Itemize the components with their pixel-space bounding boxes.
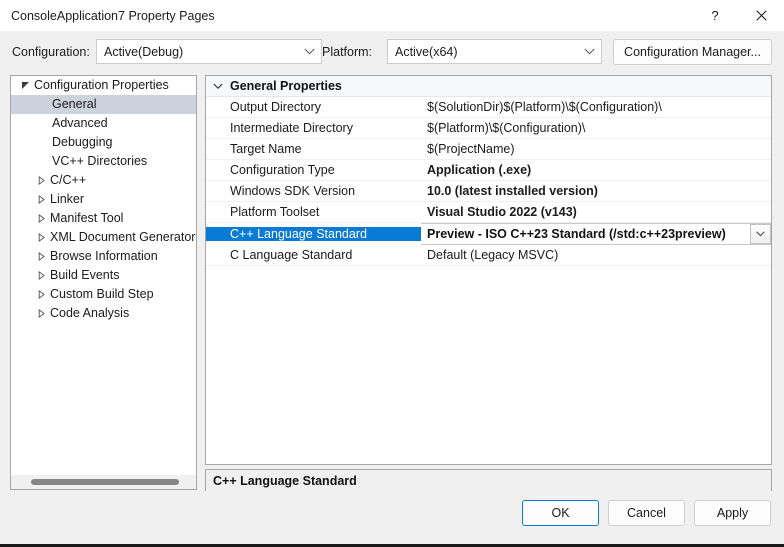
apply-button[interactable]: Apply [694,500,771,526]
tree-item-label: Browse Information [50,249,158,263]
title-bar: ConsoleApplication7 Property Pages ? [0,0,784,31]
property-name[interactable]: Output Directory [206,100,421,114]
property-name[interactable]: Windows SDK Version [206,184,421,198]
property-value[interactable]: Visual Studio 2022 (v143) [421,205,771,219]
property-name[interactable]: Target Name [206,142,421,156]
property-value-text: Preview - ISO C++23 Standard (/std:c++23… [427,227,726,241]
tree-horizontal-scrollbar[interactable] [11,475,196,489]
platform-label: Platform: [322,45,373,59]
tree-item-label: Build Events [50,268,120,282]
tree-item-label: Configuration Properties [34,78,169,92]
property-value[interactable]: $(ProjectName) [421,142,771,156]
tree-item-label: Advanced [52,116,108,130]
value-dropdown-button[interactable] [750,224,771,244]
expander-collapsed-icon[interactable] [33,309,49,318]
tree-item-code-analysis[interactable]: Code Analysis [11,304,196,323]
window-title: ConsoleApplication7 Property Pages [11,8,215,23]
dialog-body: Configuration: Active(Debug) Platform: A… [0,31,784,521]
tree-item-xml-document-generator[interactable]: XML Document Generator [11,228,196,247]
property-name[interactable]: Configuration Type [206,163,421,177]
property-row[interactable]: Output Directory $(SolutionDir)$(Platform… [206,97,771,118]
tree-item-debugging[interactable]: Debugging [11,133,196,152]
configuration-toolbar: Configuration: Active(Debug) Platform: A… [0,39,784,67]
configuration-combobox-value: Active(Debug) [104,44,184,59]
property-value[interactable]: Application (.exe) [421,163,771,177]
platform-combobox-value: Active(x64) [395,44,458,59]
property-grid[interactable]: General Properties Output Directory $(Sol… [205,75,772,465]
question-mark-icon: ? [711,8,719,23]
expander-collapsed-icon[interactable] [33,214,49,223]
tree-item-label: VC++ Directories [52,154,148,168]
ok-button[interactable]: OK [522,500,599,526]
close-button[interactable] [738,0,784,31]
property-value[interactable]: $(SolutionDir)$(Platform)\$(Configuratio… [421,100,771,114]
tree-item-label: Linker [50,192,85,206]
tree-item-label: General [52,97,97,111]
expander-expanded-icon[interactable] [17,81,33,90]
description-title: C++ Language Standard [213,474,357,488]
tree-item-configuration-properties[interactable]: Configuration Properties [11,76,196,95]
property-value[interactable]: $(Platform)\$(Configuration)\ [421,121,771,135]
configuration-combobox[interactable]: Active(Debug) [96,39,322,64]
property-value[interactable]: Preview - ISO C++23 Standard (/std:c++23… [421,223,771,245]
property-value[interactable]: 10.0 (latest installed version) [421,184,771,198]
property-row[interactable]: Intermediate Directory $(Platform)\$(Conf… [206,118,771,139]
tree-item-label: Manifest Tool [50,211,124,225]
property-row[interactable]: Platform Toolset Visual Studio 2022 (v143… [206,202,771,223]
tree-item-browse-information[interactable]: Browse Information [11,247,196,266]
help-button[interactable]: ? [692,0,738,31]
chevron-down-icon [756,231,765,237]
scrollbar-thumb[interactable] [31,479,179,485]
tree-item-linker[interactable]: Linker [11,190,196,209]
tree-item-label: Debugging [52,135,113,149]
expander-collapsed-icon[interactable] [33,233,49,242]
property-row[interactable]: Windows SDK Version 10.0 (latest installe… [206,181,771,202]
chevron-down-icon [577,48,601,55]
tree-item-label: C/C++ [50,173,87,187]
configuration-manager-button[interactable]: Configuration Manager... [613,39,772,65]
chevron-down-icon [297,48,321,55]
tree-item-c-c[interactable]: C/C++ [11,171,196,190]
property-name[interactable]: Platform Toolset [206,205,421,219]
configuration-properties-tree[interactable]: Configuration Properties General Advanced D… [10,75,197,490]
expander-collapsed-icon[interactable] [33,290,49,299]
platform-combobox[interactable]: Active(x64) [387,39,602,64]
tree-item-label: XML Document Generator [50,230,196,244]
expander-collapsed-icon[interactable] [33,195,49,204]
tree-item-label: Code Analysis [50,306,130,320]
property-row[interactable]: Target Name $(ProjectName) [206,139,771,160]
configuration-label: Configuration: [12,45,90,59]
property-pages-dialog: ConsoleApplication7 Property Pages ? Con… [0,0,784,547]
tree-list: Configuration Properties General Advanced D… [11,76,196,475]
property-name[interactable]: C Language Standard [206,248,421,262]
expander-collapsed-icon[interactable] [33,176,49,185]
property-group-header-label: General Properties [230,79,342,93]
property-group-header[interactable]: General Properties [206,76,771,97]
property-row[interactable]: C++ Language Standard Preview - ISO C++23… [206,223,771,245]
property-name[interactable]: Intermediate Directory [206,121,421,135]
dialog-footer: OK Cancel Apply [0,491,784,544]
expander-collapsed-icon[interactable] [33,271,49,280]
tree-item-vc-directories[interactable]: VC++ Directories [11,152,196,171]
property-row[interactable]: C Language Standard Default (Legacy MSVC) [206,245,771,266]
property-grid-rows: Output Directory $(SolutionDir)$(Platform… [206,97,771,266]
tree-item-general[interactable]: General [11,95,196,114]
tree-item-label: Custom Build Step [50,287,154,301]
tree-item-advanced[interactable]: Advanced [11,114,196,133]
cancel-button[interactable]: Cancel [608,500,685,526]
tree-item-manifest-tool[interactable]: Manifest Tool [11,209,196,228]
expander-collapsed-icon[interactable] [33,252,49,261]
property-name[interactable]: C++ Language Standard [206,227,421,241]
property-value[interactable]: Default (Legacy MSVC) [421,248,771,262]
title-bar-buttons: ? [692,0,784,31]
tree-item-custom-build-step[interactable]: Custom Build Step [11,285,196,304]
tree-item-build-events[interactable]: Build Events [11,266,196,285]
chevron-down-icon [206,83,230,90]
property-row[interactable]: Configuration Type Application (.exe) [206,160,771,181]
close-icon [755,10,767,21]
